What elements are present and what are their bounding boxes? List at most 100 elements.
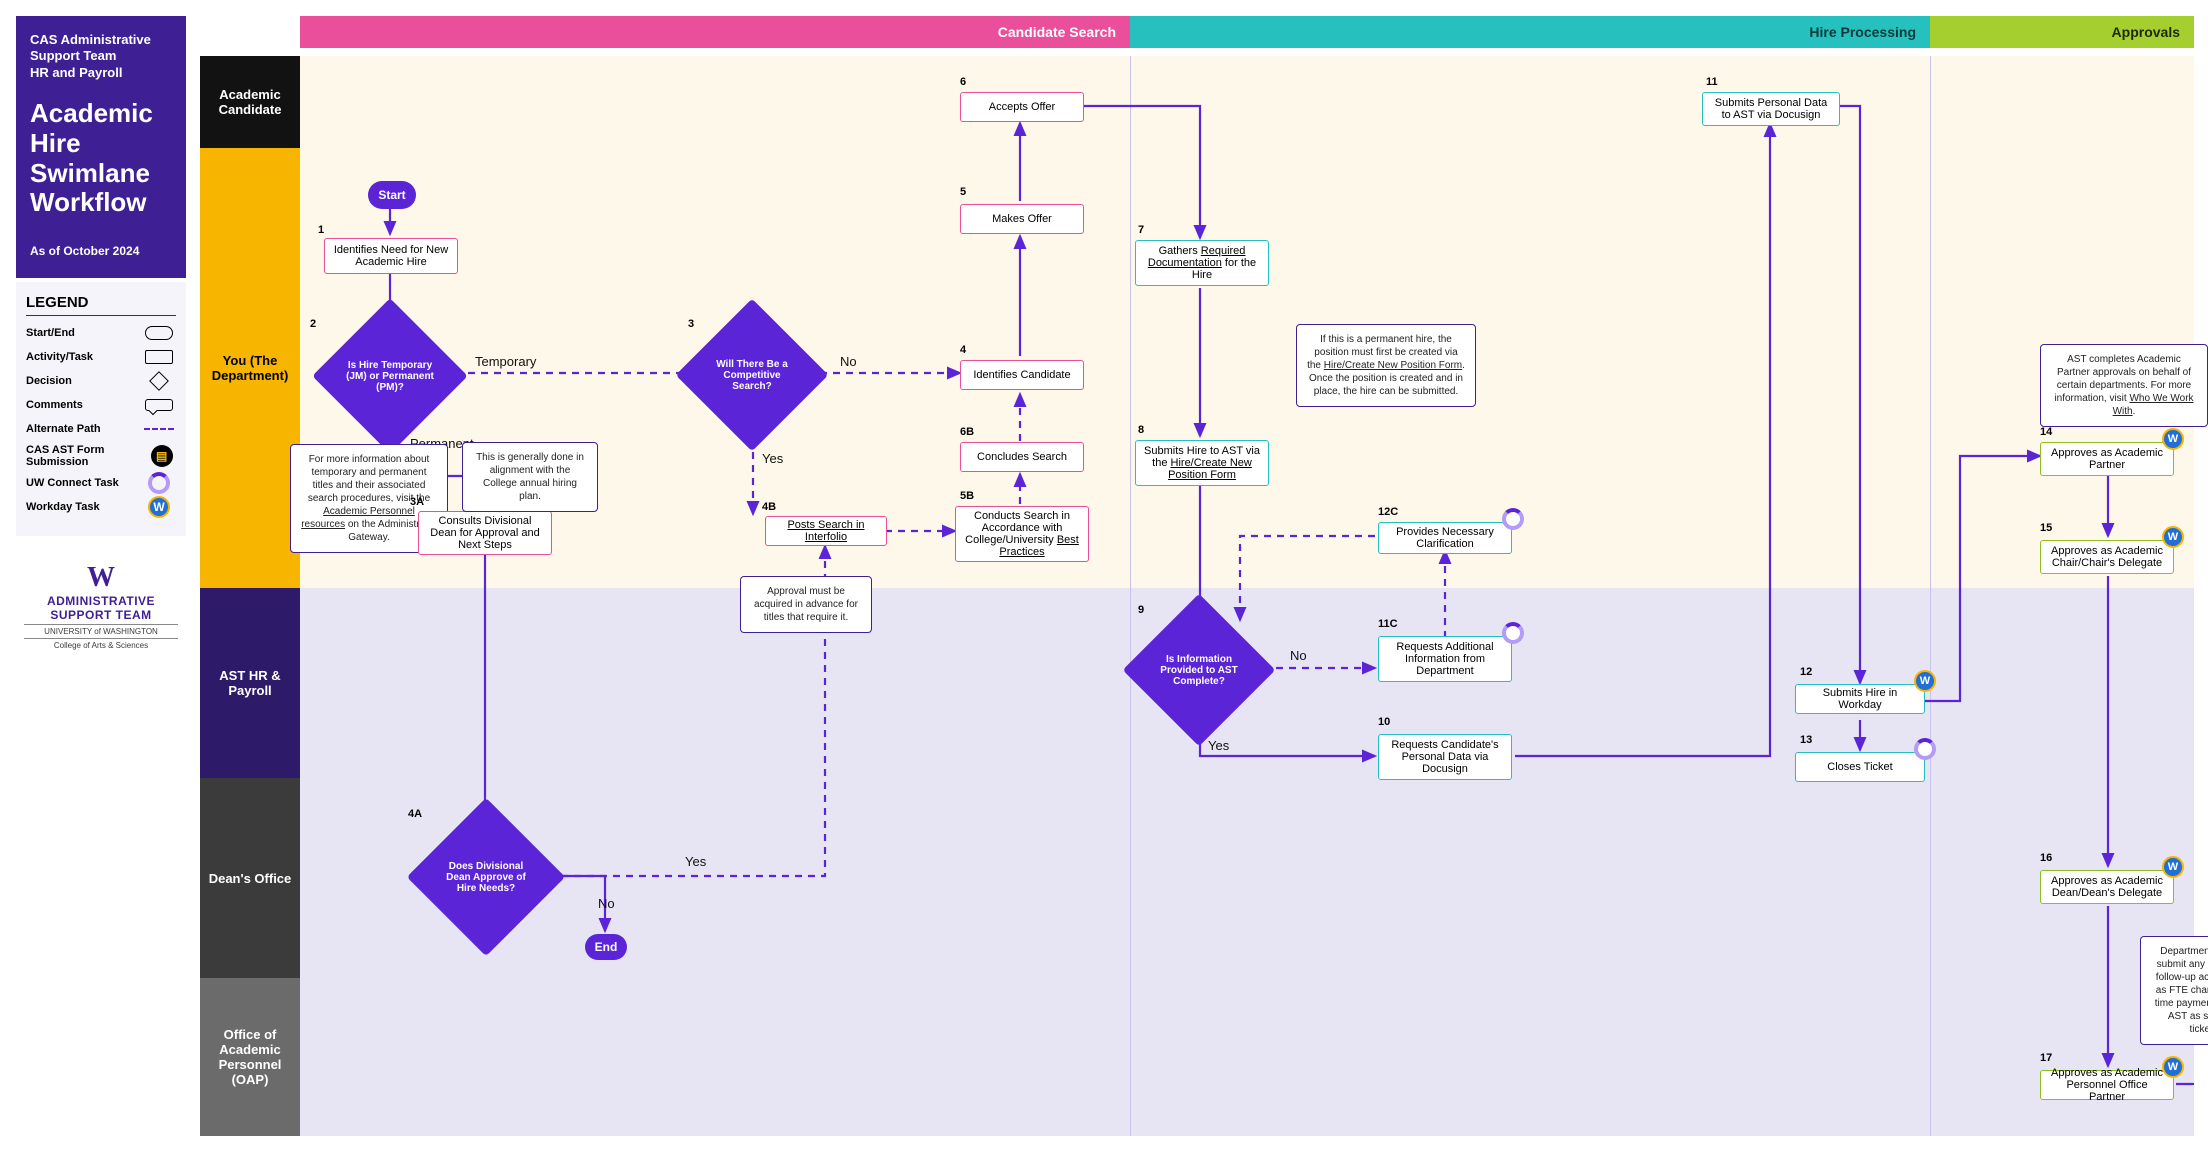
- num-7: 7: [1138, 224, 1144, 236]
- lane-department: You (The Department): [200, 148, 300, 588]
- lane-ast: AST HR & Payroll: [200, 588, 300, 778]
- comment-4: If this is a permanent hire, the positio…: [1296, 324, 1476, 407]
- task-16: Approves as Academic Dean/Dean's Delegat…: [2040, 870, 2174, 904]
- comment-6: Departments should submit any necessary …: [2140, 936, 2208, 1045]
- decision-3: Will There Be a Competitive Search?: [698, 321, 806, 429]
- workday-icon: W: [2162, 526, 2184, 548]
- workday-icon: W: [142, 498, 176, 516]
- lane-deans-office: Dean's Office: [200, 778, 300, 978]
- num-12c: 12C: [1378, 506, 1398, 518]
- diagram-date: As of October 2024: [30, 244, 172, 258]
- comment-5: AST completes Academic Partner approvals…: [2040, 344, 2208, 427]
- legend-start-end: Start/End: [26, 324, 176, 342]
- task-12c: Provides Necessary Clarification: [1378, 522, 1512, 554]
- task-14: Approves as Academic Partner: [2040, 442, 2174, 476]
- rect-icon: [142, 348, 176, 366]
- num-10: 10: [1378, 716, 1390, 728]
- start-node: Start: [368, 181, 416, 209]
- sidebar-header: CAS Administrative Support Team HR and P…: [16, 16, 186, 278]
- label-yes-3: Yes: [1208, 738, 1229, 753]
- task-4: Identifies Candidate: [960, 360, 1084, 390]
- uw-w-icon: W: [16, 562, 186, 594]
- workday-icon: W: [2162, 428, 2184, 450]
- num-8: 8: [1138, 424, 1144, 436]
- num-11c: 11C: [1378, 618, 1398, 630]
- lane-oap: Office of Academic Personnel (OAP): [200, 978, 300, 1136]
- diagram-title: Academic Hire Swimlane Workflow: [30, 99, 172, 219]
- num-9: 9: [1138, 604, 1144, 616]
- label-yes-1: Yes: [762, 451, 783, 466]
- num-12: 12: [1800, 666, 1812, 678]
- legend-alt-path: Alternate Path: [26, 420, 176, 438]
- workday-icon: W: [2162, 1056, 2184, 1078]
- task-5b: Conducts Search in Accordance with Colle…: [955, 506, 1089, 562]
- task-13: Closes Ticket: [1795, 752, 1925, 782]
- decision-2: Is Hire Temporary (JM) or Permanent (PM)…: [335, 321, 445, 431]
- uwconnect-icon: [1502, 508, 1524, 530]
- num-4: 4: [960, 344, 966, 356]
- link-hire-form-1[interactable]: Hire/Create New Position Form: [1324, 360, 1462, 371]
- label-no-2: No: [598, 896, 615, 911]
- legend-title: LEGEND: [26, 294, 176, 316]
- workday-icon: W: [2162, 856, 2184, 878]
- legend-comments: Comments: [26, 396, 176, 414]
- num-3a: 3A: [410, 496, 424, 508]
- legend-uwc: UW Connect Task: [26, 474, 176, 492]
- num-6b: 6B: [960, 426, 974, 438]
- task-11: Submits Personal Data to AST via Docusig…: [1702, 92, 1840, 126]
- task-4b: Posts Search in Interfolio: [765, 516, 887, 546]
- num-4b: 4B: [762, 501, 776, 513]
- num-1: 1: [318, 224, 324, 236]
- diamond-icon: [142, 372, 176, 390]
- form-icon: ▤: [147, 447, 176, 465]
- label-temporary: Temporary: [475, 354, 536, 369]
- task-15: Approves as Academic Chair/Chair's Deleg…: [2040, 540, 2174, 574]
- workday-icon: W: [1914, 670, 1936, 692]
- task-11c: Requests Additional Information from Dep…: [1378, 636, 1512, 682]
- footer-college: College of Arts & Sciences: [16, 641, 186, 650]
- num-17: 17: [2040, 1052, 2052, 1064]
- comment-icon: [142, 396, 176, 414]
- task-1: Identifies Need for New Academic Hire: [324, 238, 458, 274]
- num-5: 5: [960, 186, 966, 198]
- task-12: Submits Hire in Workday: [1795, 684, 1925, 714]
- num-15: 15: [2040, 522, 2052, 534]
- label-yes-2: Yes: [685, 854, 706, 869]
- swimlane-area: Candidate Search Hire Processing Approva…: [200, 16, 2194, 1136]
- footer-ast: ADMINISTRATIVE SUPPORT TEAM: [16, 594, 186, 622]
- dash-icon: [142, 420, 176, 438]
- footer-uw: UNIVERSITY of WASHINGTON: [24, 624, 178, 639]
- footer-logo: W ADMINISTRATIVE SUPPORT TEAM UNIVERSITY…: [16, 562, 186, 650]
- legend-activity: Activity/Task: [26, 348, 176, 366]
- uwconnect-icon: [142, 474, 176, 492]
- label-no-3: No: [1290, 648, 1307, 663]
- phase-candidate-search: Candidate Search: [300, 16, 1130, 48]
- task-3a: Consults Divisional Dean for Approval an…: [418, 511, 552, 555]
- edges: [300, 56, 2194, 1136]
- comment-3: Approval must be acquired in advance for…: [740, 576, 872, 633]
- task-6: Accepts Offer: [960, 92, 1084, 122]
- legend: LEGEND Start/End Activity/Task Decision …: [16, 278, 186, 536]
- comment-2: This is generally done in alignment with…: [462, 442, 598, 512]
- oval-icon: [142, 324, 176, 342]
- decision-4a: Does Divisional Dean Approve of Hire Nee…: [430, 821, 542, 933]
- task-17: Approves as Academic Personnel Office Pa…: [2040, 1070, 2174, 1100]
- task-7: Gathers Required Documentation for the H…: [1135, 240, 1269, 286]
- legend-form: CAS AST Form Submission▤: [26, 444, 176, 468]
- num-11: 11: [1706, 76, 1718, 88]
- label-no-1: No: [840, 354, 857, 369]
- legend-decision: Decision: [26, 372, 176, 390]
- link-interfolio[interactable]: Posts Search in Interfolio: [774, 519, 878, 543]
- uwconnect-icon: [1914, 738, 1936, 760]
- num-4a: 4A: [408, 808, 422, 820]
- flow-canvas: Start 1 Identifies Need for New Academic…: [300, 56, 2194, 1136]
- num-3: 3: [688, 318, 694, 330]
- task-6b: Concludes Search: [960, 442, 1084, 472]
- phase-hire-processing: Hire Processing: [1130, 16, 1930, 48]
- num-2: 2: [310, 318, 316, 330]
- decision-9: Is Information Provided to AST Complete?: [1145, 616, 1253, 724]
- num-13: 13: [1800, 734, 1812, 746]
- team-name: CAS Administrative Support Team HR and P…: [30, 32, 172, 81]
- task-8: Submits Hire to AST via the Hire/Create …: [1135, 440, 1269, 486]
- task-10: Requests Candidate's Personal Data via D…: [1378, 734, 1512, 780]
